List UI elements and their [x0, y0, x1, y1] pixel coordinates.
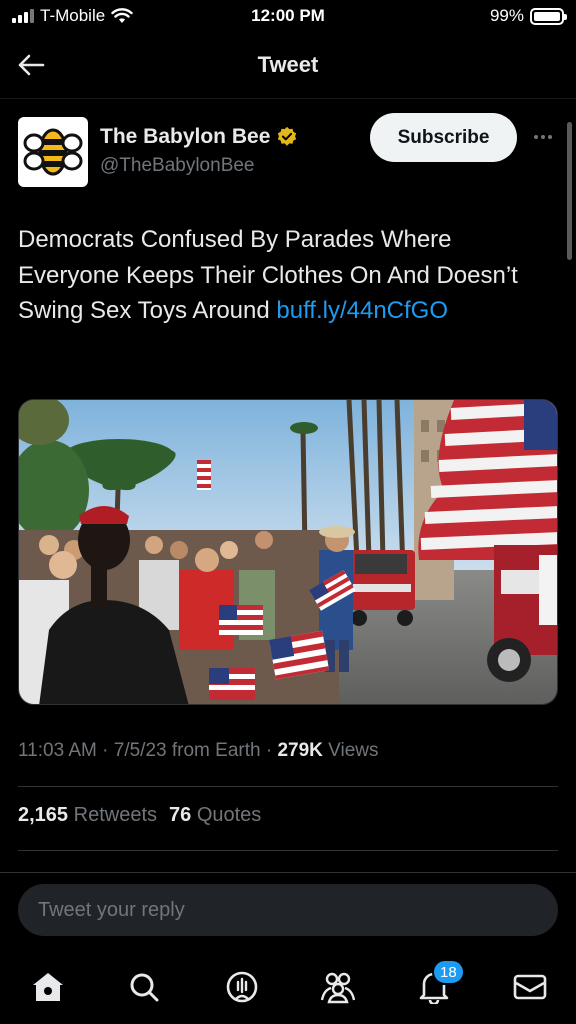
page-title: Tweet — [257, 52, 319, 77]
tab-communities[interactable] — [318, 967, 358, 1007]
tweet-author: The Babylon Bee @TheBabylonBee Subscribe — [18, 113, 558, 193]
retweets-stat[interactable]: 2,165 Retweets — [18, 804, 157, 827]
status-right: 99% — [489, 6, 567, 26]
tweet-text: Democrats Confused By Parades Where Ever… — [18, 222, 538, 329]
notifications-badge: 18 — [432, 959, 465, 985]
nav-bar: Tweet — [0, 40, 576, 90]
tab-messages[interactable] — [510, 967, 550, 1007]
divider — [0, 872, 576, 873]
more-options-button[interactable] — [528, 125, 558, 149]
spaces-icon — [226, 971, 258, 1003]
tab-spaces[interactable] — [222, 967, 262, 1007]
retweets-label: Retweets — [73, 804, 157, 826]
tab-home[interactable] — [28, 967, 68, 1007]
messages-icon — [513, 974, 547, 1000]
tweet-link[interactable]: buff.ly/​44nCfGO — [276, 297, 448, 324]
retweets-count: 2,165 — [18, 804, 69, 826]
battery-fill — [534, 11, 560, 21]
views-label: Views — [328, 740, 379, 761]
tweet-date[interactable]: 7/5/23 — [114, 740, 167, 761]
divider — [18, 850, 558, 851]
tab-notifications[interactable]: 18 — [414, 959, 465, 1007]
babylon-bee-logo-icon — [23, 128, 83, 176]
divider — [0, 98, 576, 99]
verified-badge-icon — [278, 126, 297, 146]
quotes-count: 76 — [169, 804, 192, 826]
more-icon — [534, 135, 552, 139]
views-count: 279K — [277, 740, 323, 761]
author-name-label: The Babylon Bee — [100, 125, 271, 148]
tweet-stats: 2,165 Retweets 76 Quotes — [18, 804, 261, 827]
battery-label: 99% — [489, 6, 524, 25]
divider — [18, 786, 558, 787]
communities-icon — [320, 972, 356, 1004]
author-handle[interactable]: @TheBabylonBee — [100, 155, 255, 177]
tab-bar: 18 — [0, 955, 576, 1024]
status-bar: T-Mobile 12:00 PM 99% — [0, 0, 576, 34]
battery-icon — [530, 7, 567, 25]
home-icon — [33, 973, 63, 1001]
avatar[interactable] — [18, 117, 88, 187]
reply-placeholder: Tweet your reply — [38, 898, 185, 921]
quotes-stat[interactable]: 76 Quotes — [169, 804, 261, 827]
subscribe-button[interactable]: Subscribe — [370, 113, 517, 162]
scrollbar[interactable] — [567, 122, 572, 260]
search-icon — [130, 973, 159, 1002]
author-name[interactable]: The Babylon Bee — [100, 125, 298, 149]
tweet-source: from Earth — [171, 740, 261, 761]
parade-photo — [19, 400, 557, 704]
tweet-time[interactable]: 11:03 AM — [18, 740, 97, 761]
tweet-media-photo[interactable] — [18, 399, 558, 705]
quotes-label: Quotes — [196, 804, 262, 826]
reply-input[interactable]: Tweet your reply — [18, 884, 558, 936]
tab-search[interactable] — [124, 967, 164, 1007]
tweet-meta: 11:03 AM · 7/5/23 from Earth · 279K View… — [18, 740, 379, 761]
